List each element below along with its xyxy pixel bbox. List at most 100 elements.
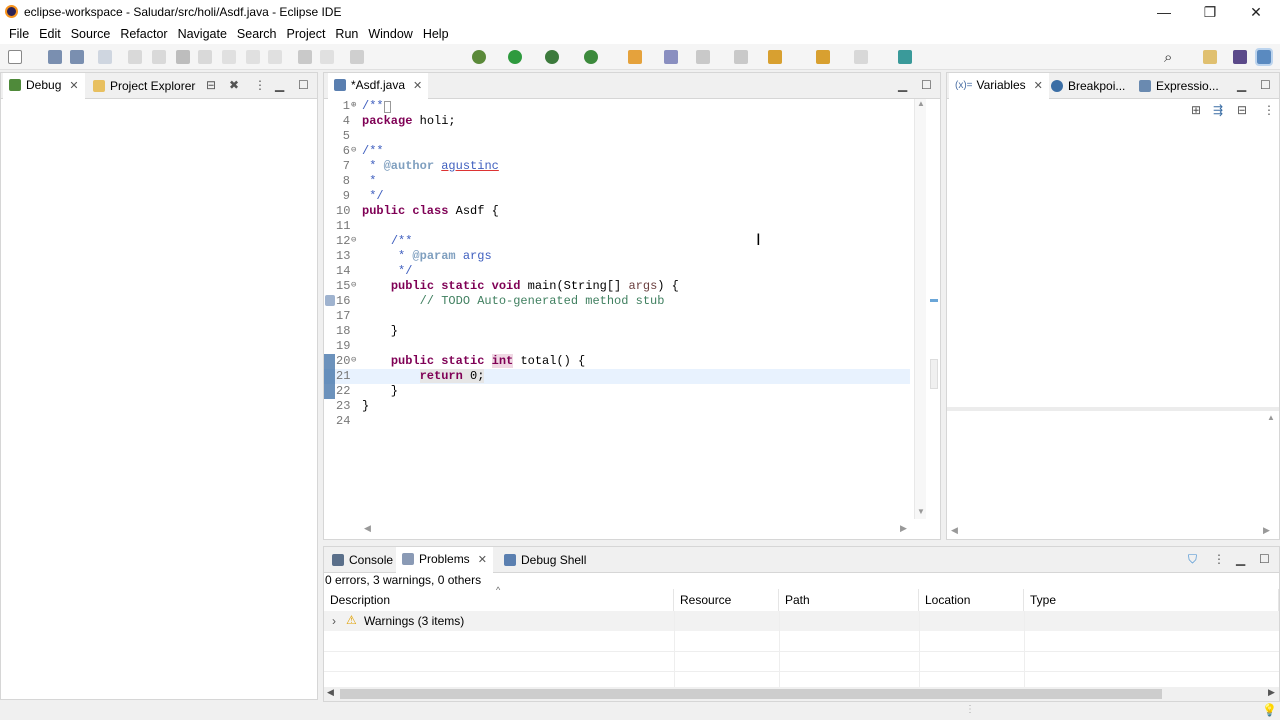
details-sash[interactable]: [947, 407, 1279, 411]
fold-toggle-icon[interactable]: ⊕: [351, 100, 356, 110]
menu-refactor[interactable]: Refactor: [115, 27, 172, 41]
code-line[interactable]: 1 ⊕ /**: [324, 99, 910, 114]
use-step-filters-icon[interactable]: [320, 50, 334, 64]
code-line[interactable]: 16 // TODO Auto-generated method stub: [324, 294, 910, 309]
step-into-icon[interactable]: [222, 50, 236, 64]
new-icon[interactable]: [8, 50, 22, 64]
minimize-button[interactable]: —: [1141, 0, 1187, 24]
maximize-view-icon[interactable]: ☐: [1259, 552, 1270, 566]
menu-help[interactable]: Help: [418, 27, 454, 41]
maximize-view-icon[interactable]: ☐: [298, 78, 309, 92]
minimize-view-icon[interactable]: ▁: [1236, 552, 1245, 566]
code-line[interactable]: 15 ⊖ public static void main(String[] arg…: [324, 279, 910, 294]
problems-horizontal-scrollbar[interactable]: ◀ ▶: [324, 687, 1279, 701]
last-edit-icon[interactable]: [768, 50, 782, 64]
open-type-icon[interactable]: [664, 50, 678, 64]
code-line[interactable]: 14 */: [324, 264, 910, 279]
restore-button[interactable]: ❐: [1187, 0, 1233, 24]
tab-debug-shell[interactable]: Debug Shell: [498, 547, 592, 573]
tab-expressions[interactable]: Expressio...: [1133, 73, 1225, 99]
annotation-next-icon[interactable]: [696, 50, 710, 64]
code-line[interactable]: 10 public class Asdf {: [324, 204, 910, 219]
menu-window[interactable]: Window: [363, 27, 417, 41]
remove-terminated-icon[interactable]: ✖: [229, 78, 239, 92]
view-menu-icon[interactable]: ⋮: [1213, 552, 1225, 566]
code-line[interactable]: 11: [324, 219, 910, 234]
tab-console[interactable]: Console: [326, 547, 399, 573]
collapse-all-icon[interactable]: ⊟: [206, 78, 216, 92]
annotation-prev-icon[interactable]: [734, 50, 748, 64]
menu-search[interactable]: Search: [232, 27, 282, 41]
tab-breakpoints[interactable]: Breakpoi...: [1045, 73, 1131, 99]
details-horizontal-scrollbar[interactable]: ◀ ▶: [951, 525, 1273, 539]
close-icon[interactable]: ✕: [69, 79, 78, 92]
tip-lightbulb-icon[interactable]: 💡: [1262, 703, 1277, 717]
code-line[interactable]: 7 * @author agustinc: [324, 159, 910, 174]
scrollbar-thumb[interactable]: [340, 689, 1162, 699]
close-icon[interactable]: ✕: [478, 553, 487, 566]
view-menu-icon[interactable]: ⋮: [254, 78, 266, 92]
scroll-left-icon[interactable]: ◀: [327, 687, 334, 698]
pin-editor-icon[interactable]: [898, 50, 912, 64]
close-icon[interactable]: ✕: [1034, 79, 1043, 92]
column-header-resource[interactable]: Resource: [674, 589, 779, 611]
tab-debug[interactable]: Debug ✕: [3, 73, 85, 99]
terminate-icon[interactable]: [176, 50, 190, 64]
debug-icon[interactable]: [472, 50, 486, 64]
scroll-right-icon[interactable]: ▶: [900, 523, 907, 534]
code-line[interactable]: 8 *: [324, 174, 910, 189]
step-return-icon[interactable]: [268, 50, 282, 64]
table-row[interactable]: › ⚠ Warnings (3 items): [324, 611, 1279, 631]
overview-ruler-thumb[interactable]: [930, 359, 938, 389]
skip-breakpoints-icon[interactable]: [98, 50, 112, 64]
column-header-type[interactable]: Type: [1024, 589, 1279, 611]
scroll-left-icon[interactable]: ◀: [951, 525, 958, 536]
maximize-view-icon[interactable]: ☐: [921, 78, 932, 92]
menu-edit[interactable]: Edit: [34, 27, 66, 41]
tab-problems[interactable]: Problems ✕: [396, 547, 493, 573]
menu-source[interactable]: Source: [66, 27, 116, 41]
show-type-names-icon[interactable]: ⊞: [1191, 103, 1201, 117]
scroll-right-icon[interactable]: ▶: [1263, 525, 1270, 536]
java-perspective-icon[interactable]: [1233, 50, 1247, 64]
task-marker-icon[interactable]: [325, 295, 335, 306]
scroll-left-icon[interactable]: ◀: [364, 523, 371, 534]
code-line[interactable]: 5: [324, 129, 910, 144]
code-line[interactable]: 12 ⊖ /**: [324, 234, 910, 249]
details-vertical-scrollbar[interactable]: ▲: [1265, 413, 1277, 523]
open-perspective-icon[interactable]: [1203, 50, 1217, 64]
new-java-class-icon[interactable]: [628, 50, 642, 64]
search-icon[interactable]: ⌕: [1164, 49, 1172, 66]
run-icon[interactable]: [508, 50, 522, 64]
show-logical-structure-icon[interactable]: ⇶: [1213, 103, 1223, 117]
code-line[interactable]: 19: [324, 339, 910, 354]
menu-file[interactable]: File: [4, 27, 34, 41]
tab-project-explorer[interactable]: Project Explorer: [87, 73, 201, 99]
maximize-view-icon[interactable]: ☐: [1260, 78, 1271, 92]
code-line[interactable]: 13 * @param args: [324, 249, 910, 264]
menu-run[interactable]: Run: [330, 27, 363, 41]
tab-variables[interactable]: (x)= Variables ✕: [949, 73, 1049, 99]
close-button[interactable]: ✕: [1233, 0, 1279, 24]
fold-toggle-icon[interactable]: ⊖: [351, 145, 356, 155]
code-editor[interactable]: 1 ⊕/** 4 package holi; 5 6 ⊖/** 7 * @author ag…: [324, 99, 910, 521]
back-icon[interactable]: [816, 50, 830, 64]
scroll-right-icon[interactable]: ▶: [1268, 687, 1275, 698]
save-all-icon[interactable]: [70, 50, 84, 64]
minimize-view-icon[interactable]: ▁: [1237, 78, 1246, 92]
code-line[interactable]: 6 ⊖ /**: [324, 144, 910, 159]
disconnect-icon[interactable]: [198, 50, 212, 64]
column-header-path[interactable]: Path: [779, 589, 919, 611]
editor-vertical-scrollbar[interactable]: ▲ ▼: [914, 99, 926, 519]
close-icon[interactable]: ✕: [413, 79, 422, 92]
menu-navigate[interactable]: Navigate: [173, 27, 232, 41]
minimize-view-icon[interactable]: ▁: [898, 78, 907, 92]
suspend-icon[interactable]: [152, 50, 166, 64]
step-over-icon[interactable]: [246, 50, 260, 64]
save-icon[interactable]: [48, 50, 62, 64]
coverage-icon[interactable]: [545, 50, 559, 64]
minimize-view-icon[interactable]: ▁: [275, 78, 284, 92]
tab-asdf-java[interactable]: *Asdf.java ✕: [328, 73, 429, 99]
scroll-down-icon[interactable]: ▼: [917, 507, 925, 516]
fold-toggle-icon[interactable]: ⊖: [351, 355, 356, 365]
